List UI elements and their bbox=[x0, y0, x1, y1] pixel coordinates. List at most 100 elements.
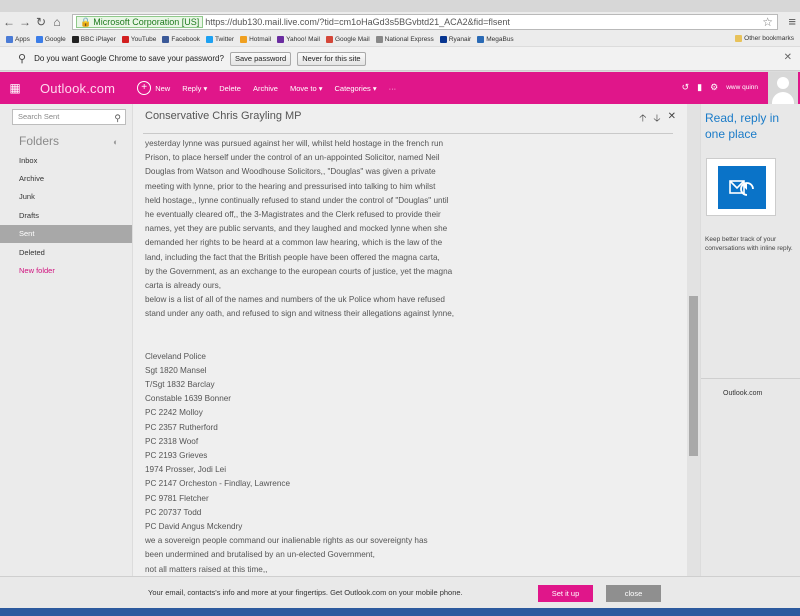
categories-button[interactable]: Categories ▾ bbox=[335, 84, 377, 93]
message-line: been undermined and brutalised by an un-… bbox=[145, 550, 375, 560]
back-icon[interactable]: ← bbox=[2, 14, 16, 30]
sidebar-item-inbox[interactable]: Inbox bbox=[0, 152, 132, 170]
close-icon[interactable]: ✕ bbox=[784, 52, 792, 63]
message-line: Douglas from Watson and Woodhouse Solici… bbox=[145, 167, 436, 177]
chevron-down-icon: ▾ bbox=[370, 83, 377, 93]
bookmark-label: Yahoo! Mail bbox=[286, 35, 320, 43]
user-name[interactable]: www quinn bbox=[726, 84, 758, 91]
arrow-up-icon[interactable]: 🡡 bbox=[639, 111, 646, 128]
folder-icon bbox=[735, 35, 743, 42]
scrollbar-thumb[interactable] bbox=[689, 296, 698, 456]
reply-button[interactable]: Reply ▾ bbox=[182, 84, 207, 93]
close-notice-button[interactable]: close bbox=[606, 585, 661, 602]
message-line: carta is already ours, bbox=[145, 281, 221, 291]
chevron-down-icon: ▾ bbox=[201, 83, 208, 93]
bookmark-label: Ryanair bbox=[448, 35, 472, 43]
new-button[interactable]: + New bbox=[137, 81, 170, 95]
bookmarks-bar: Apps Google BBC iPlayer YouTube Facebook Twit… bbox=[0, 32, 800, 46]
save-password-button[interactable]: Save password bbox=[229, 51, 292, 66]
other-bookmarks[interactable]: Other bookmarks bbox=[735, 35, 794, 42]
sidebar-item-junk[interactable]: Junk bbox=[0, 188, 132, 206]
bookmark-item[interactable]: National Express bbox=[375, 35, 434, 43]
set-it-up-button[interactable]: Set it up bbox=[538, 585, 593, 602]
folder-pane: Search Sent ⚲ Folders ◐ Inbox Archive Ju… bbox=[0, 104, 132, 576]
address-bar[interactable]: 🔒 Microsoft Corporation [US] https://dub… bbox=[72, 14, 778, 30]
bookmark-favicon-icon bbox=[35, 35, 43, 43]
notice-text: Your email, contacts's info and more at … bbox=[148, 588, 463, 597]
bookmark-item[interactable]: Google bbox=[35, 35, 66, 43]
undo-icon[interactable]: ↺ bbox=[682, 82, 690, 93]
bookmark-favicon-icon bbox=[277, 35, 285, 43]
browser-toolbar: ← → ↻ ⌂ 🔒 Microsoft Corporation [US] htt… bbox=[0, 12, 800, 32]
message-line: PC 2193 Grieves bbox=[145, 451, 208, 461]
arrow-down-icon[interactable]: 🡣 bbox=[653, 111, 660, 128]
bookmark-favicon-icon bbox=[439, 35, 447, 43]
app-launcher-icon[interactable]: ▦ bbox=[0, 81, 30, 95]
message-line: we a sovereign people command our inalie… bbox=[145, 536, 428, 546]
bookmark-favicon-icon bbox=[121, 35, 129, 43]
new-folder-link[interactable]: New folder bbox=[0, 262, 132, 280]
bookmark-label: Google Mail bbox=[334, 35, 370, 43]
bookmark-item[interactable]: Google Mail bbox=[325, 35, 370, 43]
message-scrollbar[interactable] bbox=[687, 104, 700, 576]
message-line: demanded her rights to be heard at a com… bbox=[145, 238, 443, 248]
ev-certificate-badge[interactable]: 🔒 Microsoft Corporation [US] bbox=[76, 16, 204, 28]
reload-icon[interactable]: ↻ bbox=[34, 14, 48, 30]
bookmark-label: Google bbox=[44, 35, 66, 43]
save-password-infobar: ⚲ Do you want Google Chrome to save your… bbox=[0, 47, 800, 71]
browser-menu-icon[interactable]: ≡ bbox=[788, 14, 796, 29]
collapse-folders-icon[interactable]: ◐ bbox=[113, 137, 118, 147]
os-taskbar bbox=[0, 608, 800, 616]
message-line: 1974 Prosser, Jodi Lei bbox=[145, 465, 227, 475]
bookmark-item[interactable]: Ryanair bbox=[439, 35, 472, 43]
sidebar-item-archive[interactable]: Archive bbox=[0, 170, 132, 188]
never-for-site-button[interactable]: Never for this site bbox=[297, 51, 366, 66]
star-icon[interactable]: ☆ bbox=[762, 15, 773, 29]
avatar-body bbox=[772, 92, 794, 104]
ad-image[interactable] bbox=[706, 158, 776, 216]
key-icon: ⚲ bbox=[18, 53, 27, 65]
sidebar-item-drafts[interactable]: Drafts bbox=[0, 207, 132, 225]
bookmark-label: Hotmail bbox=[249, 35, 272, 43]
ad-divider bbox=[701, 378, 800, 379]
bookmark-item[interactable]: Yahoo! Mail bbox=[277, 35, 320, 43]
bookmark-label: Apps bbox=[15, 35, 30, 43]
bookmark-favicon-icon bbox=[6, 35, 13, 43]
bookmark-item[interactable]: Apps bbox=[6, 35, 30, 43]
home-icon[interactable]: ⌂ bbox=[50, 14, 64, 30]
search-input[interactable]: Search Sent ⚲ bbox=[12, 109, 126, 125]
more-commands-button[interactable]: ··· bbox=[389, 84, 397, 93]
bookmark-item[interactable]: MegaBus bbox=[477, 35, 514, 43]
bookmark-item[interactable]: YouTube bbox=[121, 35, 156, 43]
delete-button[interactable]: Delete bbox=[219, 84, 241, 93]
sidebar-item-deleted[interactable]: Deleted bbox=[0, 244, 132, 262]
forward-icon[interactable]: → bbox=[18, 14, 32, 30]
move-to-button[interactable]: Move to ▾ bbox=[290, 84, 323, 93]
bookmark-item[interactable]: Twitter bbox=[205, 35, 234, 43]
close-icon[interactable]: ✕ bbox=[668, 111, 676, 128]
gear-icon[interactable]: ⚙ bbox=[710, 82, 718, 93]
message-line: he eventually cleared off,, the 3-Magist… bbox=[145, 210, 441, 220]
bookmark-item[interactable]: BBC iPlayer bbox=[71, 35, 116, 43]
outlook-brand[interactable]: Outlook.com bbox=[40, 81, 115, 96]
avatar[interactable] bbox=[768, 72, 798, 104]
message-paragraph-2: Cleveland Police Sgt 1820 Mansel T/Sgt 183… bbox=[145, 350, 670, 577]
messaging-icon[interactable]: ▮ bbox=[697, 82, 702, 93]
reading-pane: Conservative Chris Grayling MP 🡡 🡣 ✕ yes… bbox=[133, 104, 700, 577]
message-line: below is a list of all of the names and … bbox=[145, 295, 445, 305]
bookmark-favicon-icon bbox=[71, 35, 79, 43]
bookmark-item[interactable]: Facebook bbox=[162, 35, 200, 43]
message-line: PC 2318 Woof bbox=[145, 436, 199, 446]
search-icon[interactable]: ⚲ bbox=[114, 111, 121, 125]
bookmark-label: BBC iPlayer bbox=[80, 35, 116, 43]
bookmark-item[interactable]: Hotmail bbox=[240, 35, 272, 43]
avatar-head bbox=[777, 77, 789, 89]
bookmark-favicon-icon bbox=[325, 35, 333, 43]
archive-button[interactable]: Archive bbox=[253, 84, 278, 93]
ad-footer: Outlook.com bbox=[723, 390, 763, 397]
sidebar-item-sent[interactable]: Sent bbox=[0, 225, 132, 243]
ad-title[interactable]: Read, reply in one place bbox=[705, 110, 800, 142]
folders-heading[interactable]: Folders bbox=[19, 134, 59, 148]
message-line: yesterday lynne was pursued against her … bbox=[145, 139, 444, 148]
